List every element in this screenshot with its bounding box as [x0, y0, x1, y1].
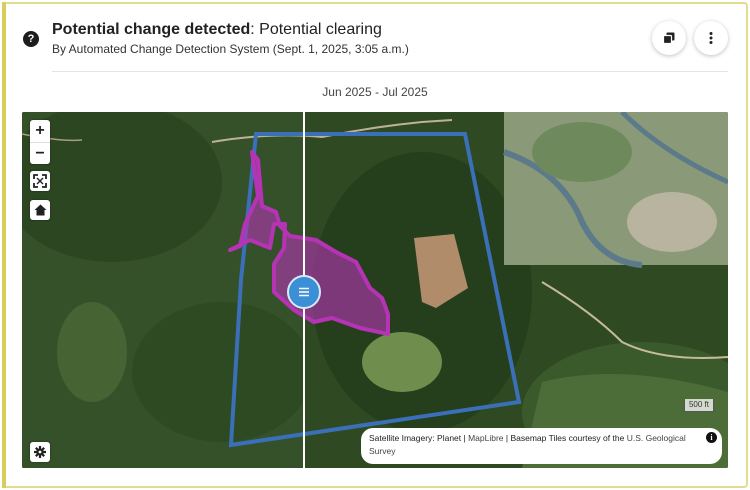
- alert-title: Potential change detected: Potential cle…: [52, 21, 382, 39]
- satellite-imagery: [22, 112, 728, 468]
- home-button[interactable]: [30, 200, 50, 220]
- zoom-out-button[interactable]: −: [30, 142, 50, 164]
- alert-title-type: : Potential clearing: [250, 21, 382, 38]
- planet-link[interactable]: Planet: [437, 433, 461, 443]
- alert-title-main: Potential change detected: [52, 21, 251, 38]
- fullscreen-icon: [33, 174, 47, 188]
- attribution-info-icon[interactable]: i: [706, 432, 717, 443]
- zoom-controls: + −: [30, 120, 50, 164]
- header-divider: [52, 71, 728, 72]
- more-vertical-icon: [709, 32, 713, 44]
- zoom-in-button[interactable]: +: [30, 120, 50, 142]
- map-attribution: Satellite Imagery: Planet | MapLibre | B…: [361, 428, 722, 464]
- fullscreen-button[interactable]: [30, 171, 50, 191]
- imagery-label: Satellite Imagery:: [369, 433, 438, 443]
- date-range-label: Jun 2025 - Jul 2025: [322, 85, 428, 99]
- satellite-map[interactable]: + − 500 ft Satellite Imagery: Planet | M…: [22, 112, 728, 468]
- maplibre-link[interactable]: MapLibre: [468, 433, 503, 443]
- menu-lines-icon: [299, 287, 309, 297]
- map-scale: 500 ft: [684, 399, 714, 412]
- more-options-button[interactable]: [694, 21, 728, 55]
- alert-subtitle: By Automated Change Detection System (Se…: [52, 42, 409, 56]
- alert-accent-bar: [2, 2, 6, 488]
- map-settings-button[interactable]: [30, 442, 50, 462]
- copy-icon: [663, 32, 675, 44]
- basemap-credit: Basemap Tiles courtesy of the: [510, 433, 627, 443]
- copy-button[interactable]: [652, 21, 686, 55]
- home-icon: [34, 204, 46, 216]
- gear-icon: [34, 446, 46, 458]
- compare-slider-handle[interactable]: [287, 275, 321, 309]
- help-icon[interactable]: ?: [23, 31, 39, 47]
